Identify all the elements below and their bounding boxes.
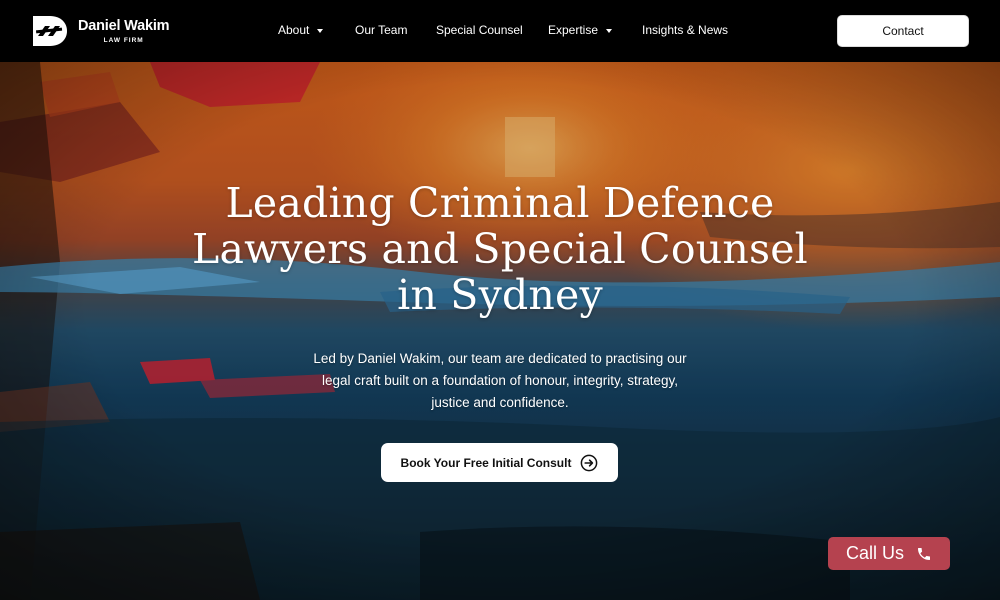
page: Daniel Wakim LAW FIRM About Our Team Spe… xyxy=(0,0,1000,600)
chevron-down-icon xyxy=(317,28,324,33)
nav-item-label: Our Team xyxy=(355,23,408,37)
phone-icon xyxy=(918,547,930,560)
call-us-button[interactable]: Call Us xyxy=(828,537,950,570)
nav-item-label: Expertise xyxy=(548,23,599,37)
nav-item-insights-news[interactable]: Insights & News xyxy=(642,22,728,38)
nav-item-about[interactable]: About xyxy=(278,22,324,38)
hero-title-line: Lawyers and Special Counsel xyxy=(192,225,808,273)
hero-title: Leading Criminal Defence Lawyers and Spe… xyxy=(100,180,900,318)
hero-description-line: justice and confidence. xyxy=(431,395,569,410)
nav-item-special-counsel[interactable]: Special Counsel xyxy=(436,22,523,38)
book-consult-button[interactable]: Book Your Free Initial Consult xyxy=(381,443,618,482)
hero-painting-background xyxy=(0,62,1000,600)
nav-item-label: Insights & News xyxy=(642,23,729,37)
hero-description-line: legal craft built on a foundation of hon… xyxy=(322,373,678,388)
arrow-right-circle-icon xyxy=(581,454,598,471)
call-us-label: Call Us xyxy=(845,543,904,563)
hero-section: Leading Criminal Defence Lawyers and Spe… xyxy=(0,62,1000,600)
hero-title-line: Leading Criminal Defence xyxy=(225,179,775,227)
nav-item-label: Special Counsel xyxy=(436,23,523,37)
nav-item-our-team[interactable]: Our Team xyxy=(355,22,407,38)
hero-description-line: Led by Daniel Wakim, our team are dedica… xyxy=(313,351,687,366)
nav-item-expertise[interactable]: Expertise xyxy=(548,22,613,38)
hero-description: Led by Daniel Wakim, our team are dedica… xyxy=(290,348,710,414)
book-consult-label: Book Your Free Initial Consult xyxy=(400,455,572,470)
contact-button[interactable]: Contact xyxy=(837,15,969,47)
hero-title-line: in Sydney xyxy=(397,271,603,319)
chevron-down-icon xyxy=(606,28,613,33)
site-header: Daniel Wakim LAW FIRM About Our Team Spe… xyxy=(0,0,1000,62)
nav-item-label: About xyxy=(278,23,310,37)
